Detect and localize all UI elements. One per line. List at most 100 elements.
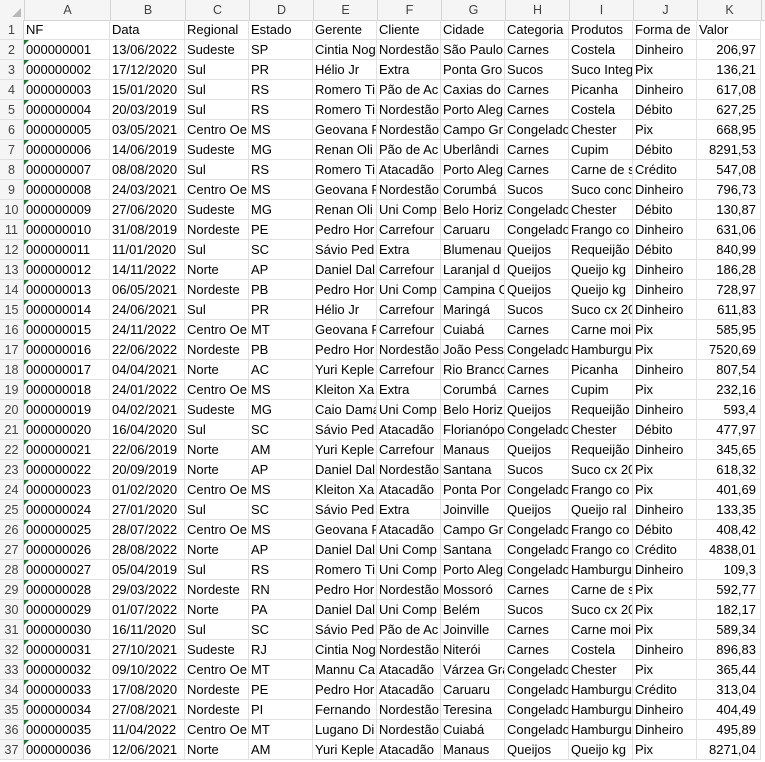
cell[interactable]: 547,08 xyxy=(697,160,761,180)
cell[interactable]: Nordeste xyxy=(185,680,249,700)
row-number[interactable]: 29 xyxy=(0,580,24,600)
cell[interactable]: Chester xyxy=(569,420,633,440)
cell[interactable]: 14/06/2019 xyxy=(110,140,185,160)
cell[interactable]: 8291,53 xyxy=(697,140,761,160)
cell[interactable]: 24/01/2022 xyxy=(110,380,185,400)
cell[interactable]: 618,32 xyxy=(697,460,761,480)
cell[interactable]: RS xyxy=(249,80,313,100)
cell[interactable]: Nordeste xyxy=(185,280,249,300)
cell[interactable]: Sul xyxy=(185,560,249,580)
cell[interactable]: 000000026 xyxy=(24,540,110,560)
cell[interactable]: 000000028 xyxy=(24,580,110,600)
cell[interactable]: Norte xyxy=(185,740,249,760)
cell[interactable]: Renan Oli xyxy=(313,140,377,160)
cell[interactable]: Sul xyxy=(185,100,249,120)
cell[interactable]: 15/01/2020 xyxy=(110,80,185,100)
cell[interactable]: 8271,04 xyxy=(697,740,761,760)
cell[interactable]: Geovana F xyxy=(313,180,377,200)
row-number[interactable]: 26 xyxy=(0,520,24,540)
cell[interactable]: Campina G xyxy=(441,280,505,300)
cell[interactable]: Costela xyxy=(569,640,633,660)
cell[interactable]: Norte xyxy=(185,260,249,280)
cell[interactable]: Suco cx 20 xyxy=(569,600,633,620)
cell[interactable]: MS xyxy=(249,520,313,540)
cell[interactable]: Dinheiro xyxy=(633,700,697,720)
cell[interactable]: 11/04/2022 xyxy=(110,720,185,740)
row-number[interactable]: 22 xyxy=(0,440,24,460)
cell[interactable]: Costela xyxy=(569,40,633,60)
cell[interactable]: 03/05/2021 xyxy=(110,120,185,140)
row-number[interactable]: 1 xyxy=(0,20,24,40)
cell[interactable]: 477,97 xyxy=(697,420,761,440)
cell[interactable]: Centro Oe xyxy=(185,480,249,500)
cell[interactable]: Norte xyxy=(185,460,249,480)
cell[interactable]: Sucos xyxy=(505,180,569,200)
cell[interactable]: Dinheiro xyxy=(633,80,697,100)
cell[interactable]: Congelado xyxy=(505,220,569,240)
header-cell[interactable]: Cliente xyxy=(377,20,441,40)
cell[interactable]: Pedro Hor xyxy=(313,280,377,300)
cell[interactable]: 09/10/2022 xyxy=(110,660,185,680)
cell[interactable]: Cuiabá xyxy=(441,320,505,340)
cell[interactable]: Débito xyxy=(633,100,697,120)
cell[interactable]: 000000007 xyxy=(24,160,110,180)
header-cell[interactable]: Estado xyxy=(249,20,313,40)
cell[interactable]: Nordestão xyxy=(377,640,441,660)
row-number[interactable]: 14 xyxy=(0,280,24,300)
cell[interactable]: Sudeste xyxy=(185,400,249,420)
cell[interactable]: Dinheiro xyxy=(633,500,697,520)
cell[interactable]: AM xyxy=(249,440,313,460)
cell[interactable]: RJ xyxy=(249,640,313,660)
cell[interactable]: Norte xyxy=(185,360,249,380)
cell[interactable]: Dinheiro xyxy=(633,300,697,320)
cell[interactable]: Carrefour xyxy=(377,220,441,240)
cell[interactable]: Congelado xyxy=(505,420,569,440)
cell[interactable]: 000000034 xyxy=(24,700,110,720)
cell[interactable]: 000000035 xyxy=(24,720,110,740)
cell[interactable]: SC xyxy=(249,420,313,440)
cell[interactable]: SP xyxy=(249,40,313,60)
cell[interactable]: 000000027 xyxy=(24,560,110,580)
cell[interactable]: PR xyxy=(249,300,313,320)
cell[interactable]: 728,97 xyxy=(697,280,761,300)
row-number[interactable]: 32 xyxy=(0,640,24,660)
cell[interactable]: 182,17 xyxy=(697,600,761,620)
row-number[interactable]: 30 xyxy=(0,600,24,620)
cell[interactable]: Sávio Ped xyxy=(313,500,377,520)
cell[interactable]: Queijo kg xyxy=(569,280,633,300)
cell[interactable]: 589,34 xyxy=(697,620,761,640)
cell[interactable]: Caio Dama xyxy=(313,400,377,420)
cell[interactable]: 17/08/2020 xyxy=(110,680,185,700)
row-number[interactable]: 35 xyxy=(0,700,24,720)
cell[interactable]: 000000002 xyxy=(24,60,110,80)
row-number[interactable]: 13 xyxy=(0,260,24,280)
cell[interactable]: Congelado xyxy=(505,720,569,740)
cell[interactable]: Pix xyxy=(633,740,697,760)
cell[interactable]: Sul xyxy=(185,160,249,180)
column-header-b[interactable]: B xyxy=(111,0,186,20)
cell[interactable]: 495,89 xyxy=(697,720,761,740)
cell[interactable]: Sucos xyxy=(505,460,569,480)
header-cell[interactable]: Forma de xyxy=(633,20,697,40)
cell[interactable]: 000000013 xyxy=(24,280,110,300)
cell[interactable]: Cintia Nog xyxy=(313,640,377,660)
cell[interactable]: Pix xyxy=(633,480,697,500)
cell[interactable]: PE xyxy=(249,680,313,700)
cell[interactable]: Sudeste xyxy=(185,640,249,660)
cell[interactable]: 000000018 xyxy=(24,380,110,400)
cell[interactable]: 807,54 xyxy=(697,360,761,380)
cell[interactable]: RN xyxy=(249,580,313,600)
cell[interactable]: Geovana F xyxy=(313,320,377,340)
cell[interactable]: Geovana F xyxy=(313,120,377,140)
cell[interactable]: Crédito xyxy=(633,540,697,560)
cell[interactable]: 000000024 xyxy=(24,500,110,520)
cell[interactable]: 232,16 xyxy=(697,380,761,400)
cell[interactable]: 000000006 xyxy=(24,140,110,160)
cell[interactable]: Suco cx 20 xyxy=(569,460,633,480)
cell[interactable]: Atacadão xyxy=(377,480,441,500)
cell[interactable]: Frango co xyxy=(569,520,633,540)
cell[interactable]: Hélio Jr xyxy=(313,300,377,320)
cell[interactable]: 000000004 xyxy=(24,100,110,120)
cell[interactable]: Sul xyxy=(185,240,249,260)
cell[interactable]: Débito xyxy=(633,200,697,220)
